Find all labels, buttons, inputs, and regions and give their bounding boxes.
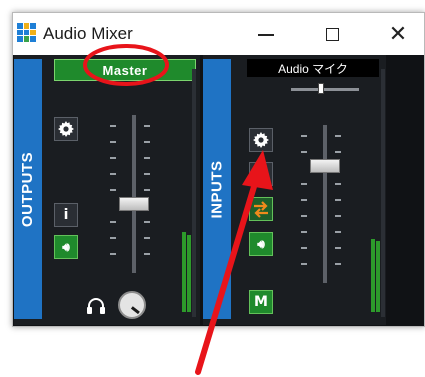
annotation-arrow xyxy=(195,150,273,375)
screenshot-stage: Audio Mixer ✕ OUTPUTS Master i 🔊︎ INPUTS… xyxy=(0,0,425,377)
